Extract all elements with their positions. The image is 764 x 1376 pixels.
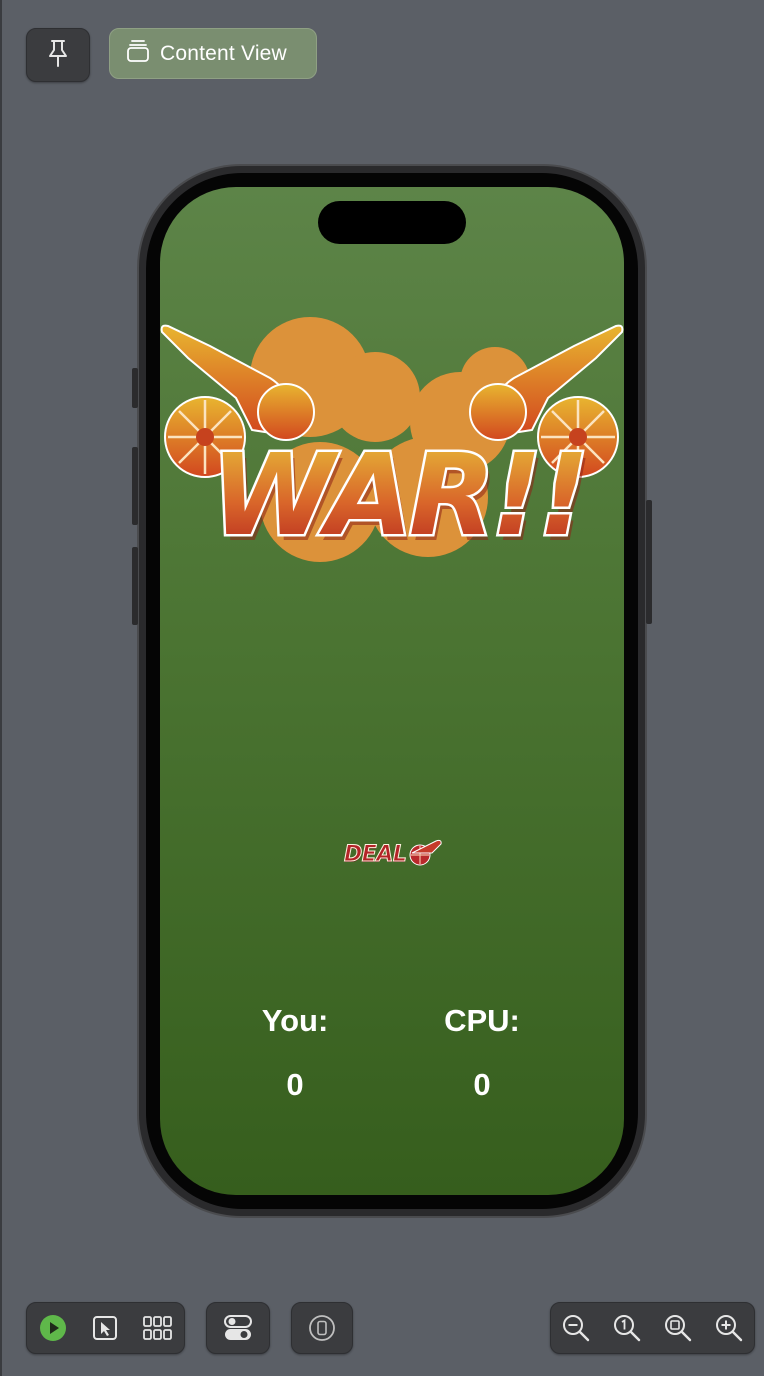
- stack-icon: [126, 38, 150, 70]
- deal-button[interactable]: DEAL: [343, 835, 442, 873]
- war-title-text: WAR!!: [211, 431, 586, 561]
- zoom-in-icon[interactable]: [711, 1310, 747, 1346]
- cannon-icon: [406, 837, 444, 872]
- zoom-group: [550, 1302, 755, 1354]
- cpu-label: CPU:: [444, 1003, 520, 1038]
- grid-icon[interactable]: [140, 1310, 176, 1346]
- variants-group: [206, 1302, 270, 1354]
- select-icon[interactable]: [87, 1310, 123, 1346]
- preview-mode-group: [26, 1302, 185, 1354]
- app-screen: WAR!! WAR!! DEAL You: CPU: 0 0: [160, 187, 624, 1195]
- player-score: 0: [286, 1067, 304, 1102]
- device-group: [291, 1302, 353, 1354]
- pin-icon: [46, 38, 70, 73]
- device-settings-icon[interactable]: [304, 1310, 340, 1346]
- play-icon[interactable]: [35, 1310, 71, 1346]
- volume-up-button: [132, 447, 138, 525]
- player-label: You:: [261, 1003, 329, 1038]
- deal-label: DEAL: [343, 841, 407, 867]
- zoom-fit-icon[interactable]: [660, 1310, 696, 1346]
- zoom-100-icon[interactable]: [609, 1310, 645, 1346]
- volume-down-button: [132, 547, 138, 625]
- action-button: [132, 368, 138, 408]
- cpu-score: 0: [473, 1067, 491, 1102]
- power-button: [646, 500, 652, 624]
- dynamic-island: [318, 201, 466, 244]
- war-logo: WAR!! WAR!!: [160, 317, 624, 567]
- zoom-out-icon[interactable]: [558, 1310, 594, 1346]
- content-view-label: Content View: [160, 41, 287, 65]
- canvas-edge: [0, 0, 2, 1376]
- content-view-preview-button[interactable]: Content View: [109, 28, 317, 79]
- pin-preview-button[interactable]: [26, 28, 90, 82]
- variants-toggle-icon[interactable]: [220, 1310, 256, 1346]
